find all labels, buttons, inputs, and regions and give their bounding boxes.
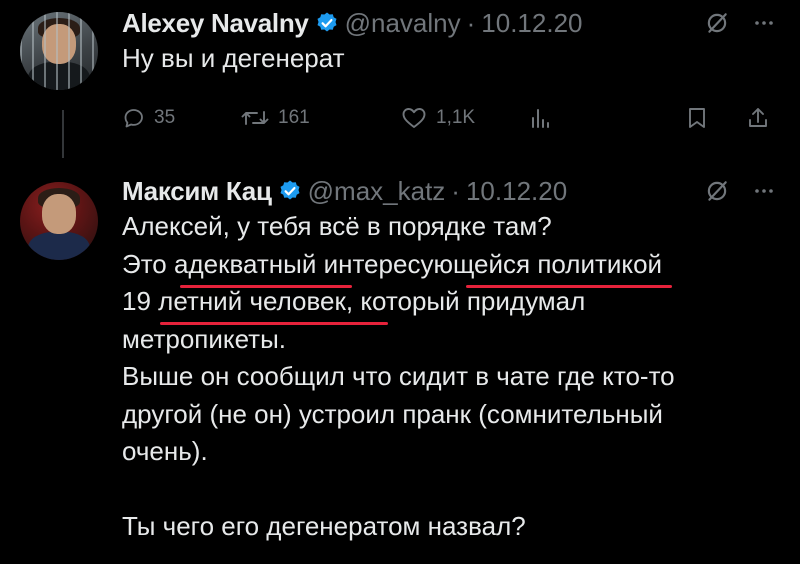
author-handle[interactable]: @navalny [345, 8, 461, 39]
avatar-face [42, 194, 76, 234]
tweet-line: Это адекватный интересующейся политикой [122, 248, 663, 279]
tweet-line: метропикеты. [122, 323, 286, 354]
tweet-top-icons [704, 178, 776, 204]
tweet-text: Ну вы и дегенерат [122, 43, 345, 73]
separator-dot: · [451, 175, 460, 206]
views-button[interactable] [528, 106, 686, 130]
tweet-line: Алексей, у тебя всё в порядке там? [122, 211, 552, 241]
tweet-header: Alexey Navalny @navalny · 10.12.20 [122, 6, 583, 40]
tweet-katz[interactable]: Максим Кац @max_katz · 10.12.20 Алексей,… [0, 174, 800, 564]
like-button[interactable]: 1,1K [400, 106, 528, 130]
more-icon[interactable] [752, 179, 776, 203]
tweet-line: Ты чего его дегенератом назвал? [122, 511, 526, 541]
tweet-date[interactable]: 10.12.20 [481, 8, 582, 39]
author-name[interactable]: Alexey Navalny [122, 8, 309, 39]
bookmark-icon [689, 108, 705, 128]
views-icon [532, 109, 549, 128]
share-icon [749, 108, 767, 127]
tweet-date[interactable]: 10.12.20 [466, 176, 567, 207]
retweet-count: 161 [278, 107, 310, 128]
separator-dot: · [466, 7, 476, 38]
reply-icon [124, 109, 143, 128]
like-icon [402, 108, 426, 128]
tweet-line: очень). [122, 436, 208, 466]
author-name[interactable]: Максим Кац [122, 176, 272, 207]
reply-button[interactable]: 35 [122, 106, 240, 130]
verified-badge-icon [280, 180, 300, 200]
reply-count: 35 [154, 107, 176, 128]
tweet-line [122, 471, 675, 509]
avatar-cage-bars [20, 12, 98, 90]
tweet-top-icons [704, 10, 776, 36]
tweet-text: Алексей, у тебя всё в порядке там? Это а… [122, 208, 675, 546]
tweet-line: другой (не он) устроил пранк (сомнительн… [122, 398, 663, 429]
tweet-line: 19 летний человек, который придумал [122, 286, 586, 316]
avatar[interactable] [20, 182, 98, 260]
retweet-button[interactable]: 161 [240, 106, 400, 130]
tweet-line: Выше он сообщил что сидит в чате где кто… [122, 361, 675, 391]
more-icon[interactable] [752, 11, 776, 35]
tweet-actions: 35 161 1,1K [122, 98, 782, 138]
avatar-body [28, 232, 90, 260]
retweet-icon [241, 111, 269, 125]
red-underline-mark [180, 285, 352, 288]
like-count: 1,1K [436, 107, 476, 128]
grok-icon[interactable] [704, 10, 730, 36]
grok-icon[interactable] [704, 178, 730, 204]
red-underline-mark [466, 285, 672, 288]
share-button[interactable] [746, 106, 776, 130]
verified-badge-icon [317, 12, 337, 32]
author-handle[interactable]: @max_katz [308, 176, 446, 207]
avatar[interactable] [20, 12, 98, 90]
bookmark-button[interactable] [686, 106, 726, 130]
red-underline-mark [160, 322, 388, 325]
tweet-navalny[interactable]: Alexey Navalny @navalny · 10.12.20 Ну вы… [0, 6, 800, 146]
tweet-header: Максим Кац @max_katz · 10.12.20 [122, 174, 567, 208]
